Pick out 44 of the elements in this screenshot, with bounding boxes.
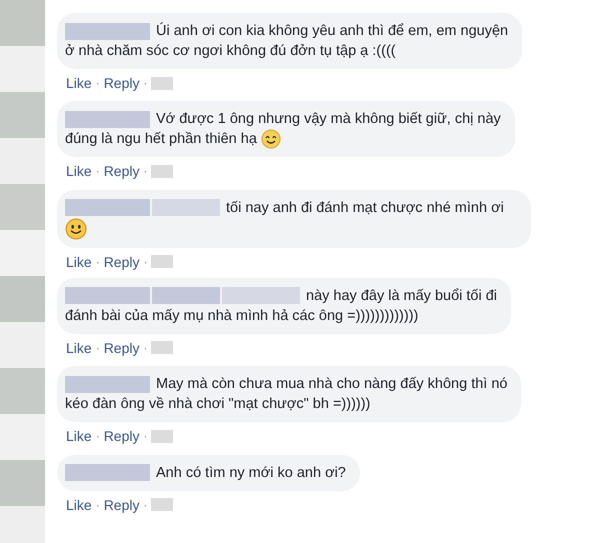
- comment-text: kéo đàn ông về nhà chơi "mạt chược" bh =)))))): [65, 395, 370, 414]
- redacted-name: [152, 199, 220, 216]
- reply-link[interactable]: Reply: [104, 75, 140, 91]
- redacted-name: [152, 287, 220, 304]
- comment-text: tối nay anh đi đánh mạt chược nhé mình ơi: [226, 198, 504, 218]
- redacted-timestamp: [151, 430, 174, 443]
- comment-text: đánh bài của mấy mụ nhà mình hả các ông =))))))))))))): [65, 306, 418, 326]
- comment-text: Vớ được 1 ông nhưng vậy mà không biết giữ, chị này: [156, 110, 501, 130]
- like-link[interactable]: Like: [66, 75, 92, 91]
- redacted-timestamp: [151, 341, 174, 354]
- reply-link[interactable]: Reply: [104, 496, 140, 513]
- comment-text: Úi anh ơi con kia không yêu anh thì để em, em nguyện: [156, 21, 508, 41]
- separator-dot: ·: [96, 164, 100, 178]
- separator-dot: ·: [96, 340, 100, 355]
- separator-dot: ·: [143, 429, 148, 444]
- redacted-timestamp: [151, 255, 174, 268]
- separator-dot: ·: [96, 254, 100, 269]
- smiley-icon: [65, 218, 87, 240]
- like-link[interactable]: Like: [66, 496, 92, 513]
- comment-text: đúng là ngu hết phần thiên hạ: [65, 130, 257, 150]
- separator-dot: ·: [96, 429, 100, 444]
- comment-text: này hay đây là mấy buổi tối đi: [306, 286, 498, 306]
- like-link[interactable]: Like: [66, 428, 92, 444]
- separator-dot: ·: [143, 340, 148, 355]
- like-link[interactable]: Like: [66, 254, 92, 270]
- separator-dot: ·: [143, 498, 148, 512]
- separator-dot: ·: [96, 76, 100, 90]
- comment-text: ở nhà chăm sóc cơ ngơi không đú đởn tụ tập ạ :((((: [65, 42, 396, 61]
- separator-dot: ·: [143, 254, 148, 269]
- comment-text: Anh có tìm ny mới ko anh ơi?: [156, 464, 346, 483]
- redacted-timestamp: [151, 164, 174, 178]
- like-link[interactable]: Like: [66, 163, 92, 180]
- smiley-icon: [260, 129, 281, 150]
- reply-link[interactable]: Reply: [104, 163, 140, 180]
- redacted-timestamp: [151, 76, 174, 90]
- reply-link[interactable]: Reply: [104, 428, 140, 444]
- like-link[interactable]: Like: [66, 340, 92, 356]
- redacted-timestamp: [151, 498, 174, 512]
- reply-link[interactable]: Reply: [104, 254, 140, 270]
- separator-dot: ·: [96, 498, 100, 512]
- separator-dot: ·: [143, 76, 148, 90]
- separator-dot: ·: [143, 164, 148, 178]
- reply-link[interactable]: Reply: [104, 340, 140, 356]
- comment-text: May mà còn chưa mua nhà cho nàng đấy không thì nó: [156, 375, 508, 394]
